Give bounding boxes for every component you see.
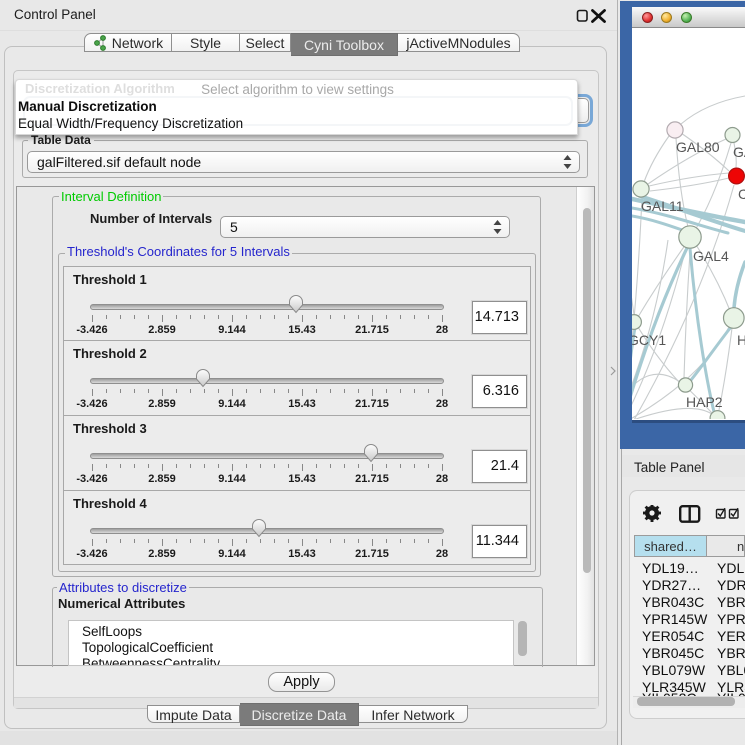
svg-text:GAL80: GAL80	[676, 139, 720, 155]
svg-text:H: H	[737, 332, 745, 348]
svg-text:C: C	[738, 186, 745, 202]
svg-text:GAL11: GAL11	[641, 198, 684, 214]
svg-text:HAP2: HAP2	[686, 394, 723, 410]
svg-text:GA: GA	[733, 144, 745, 160]
svg-text:GAL4: GAL4	[693, 248, 729, 264]
svg-text:GCY1: GCY1	[632, 332, 666, 348]
